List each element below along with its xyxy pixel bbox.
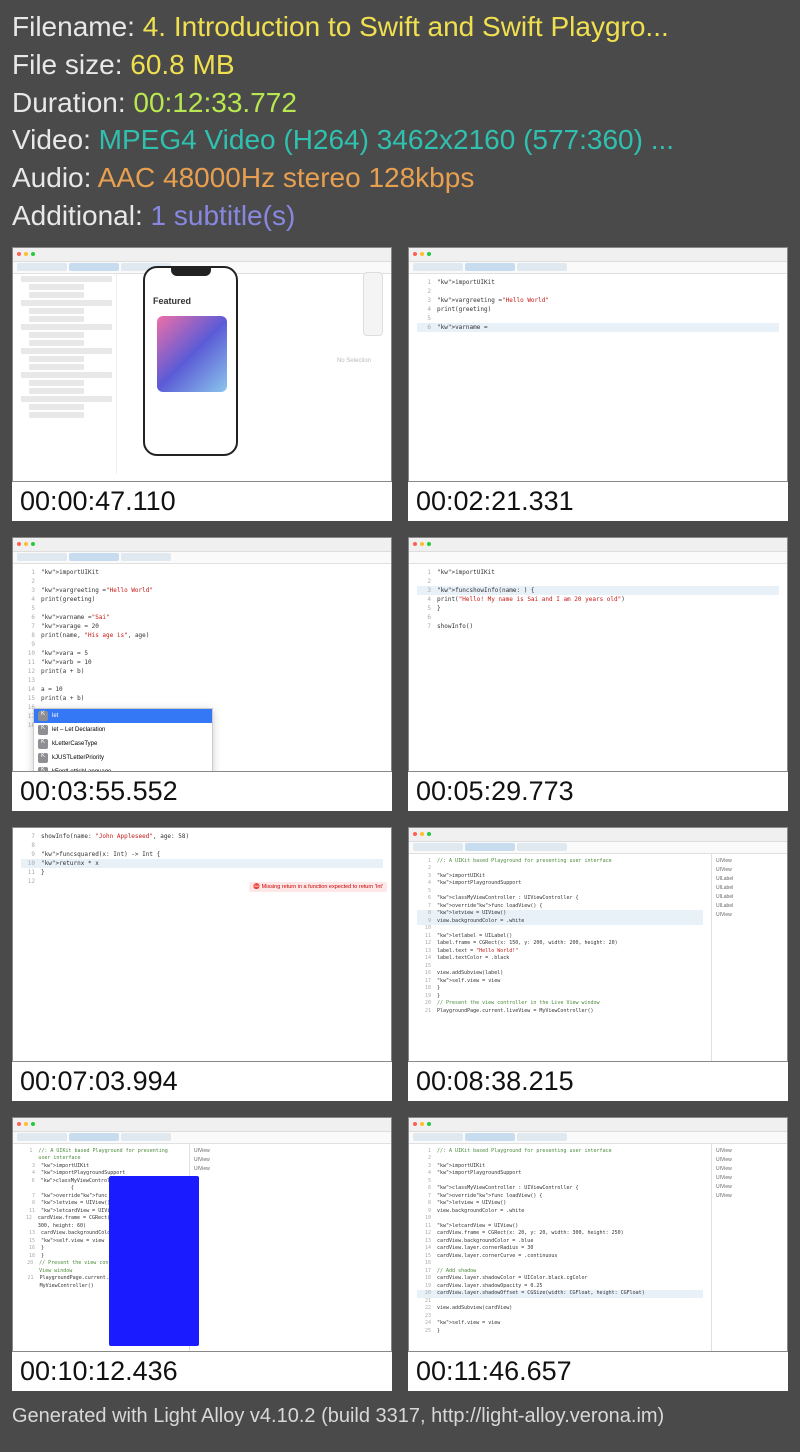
thumbnail-1[interactable]: FeaturedNo Selection00:00:47.110	[12, 247, 392, 521]
thumbnail-3[interactable]: 1"kw">import UIKit23"kw">var greeting = …	[12, 537, 392, 811]
thumbnail-image: 1"kw">import UIKit23"kw">var greeting = …	[408, 247, 788, 482]
generator-footer: Generated with Light Alloy v4.10.2 (buil…	[0, 1391, 800, 1428]
additional-value: 1 subtitle(s)	[151, 200, 296, 231]
thumbnail-image: 1"kw">import UIKit23"kw">func showInfo(n…	[408, 537, 788, 772]
thumbnail-grid: FeaturedNo Selection00:00:47.1101"kw">im…	[0, 247, 800, 1391]
thumbnail-timestamp: 00:03:55.552	[12, 772, 392, 811]
thumbnail-timestamp: 00:07:03.994	[12, 1062, 392, 1101]
thumbnail-8[interactable]: 1//: A UIKit based Playground for presen…	[408, 1117, 788, 1391]
filename-value: 4. Introduction to Swift and Swift Playg…	[143, 11, 669, 42]
thumbnail-image: 7showInfo(name: "John Appleseed", age: 5…	[12, 827, 392, 1062]
thumbnail-image: 1//: A UIKit based Playground for presen…	[408, 827, 788, 1062]
thumbnail-image: 1//: A UIKit based Playground for presen…	[12, 1117, 392, 1352]
thumbnail-image: FeaturedNo Selection	[12, 247, 392, 482]
video-value: MPEG4 Video (H264) 3462x2160 (577:360) .…	[99, 124, 674, 155]
thumbnail-timestamp: 00:10:12.436	[12, 1352, 392, 1391]
thumbnail-6[interactable]: 1//: A UIKit based Playground for presen…	[408, 827, 788, 1101]
filesize-value: 60.8 MB	[130, 49, 234, 80]
additional-label: Additional:	[12, 200, 143, 231]
audio-value: AAC 48000Hz stereo 128kbps	[98, 162, 475, 193]
thumbnail-4[interactable]: 1"kw">import UIKit23"kw">func showInfo(n…	[408, 537, 788, 811]
thumbnail-2[interactable]: 1"kw">import UIKit23"kw">var greeting = …	[408, 247, 788, 521]
thumbnail-7[interactable]: 1//: A UIKit based Playground for presen…	[12, 1117, 392, 1391]
thumbnail-timestamp: 00:02:21.331	[408, 482, 788, 521]
thumbnail-timestamp: 00:08:38.215	[408, 1062, 788, 1101]
filename-label: Filename:	[12, 11, 135, 42]
thumbnail-timestamp: 00:11:46.657	[408, 1352, 788, 1391]
thumbnail-timestamp: 00:00:47.110	[12, 482, 392, 521]
duration-value: 00:12:33.772	[133, 87, 297, 118]
thumbnail-timestamp: 00:05:29.773	[408, 772, 788, 811]
metadata-header: Filename: 4. Introduction to Swift and S…	[0, 0, 800, 247]
filesize-label: File size:	[12, 49, 122, 80]
duration-label: Duration:	[12, 87, 126, 118]
thumbnail-image: 1"kw">import UIKit23"kw">var greeting = …	[12, 537, 392, 772]
video-label: Video:	[12, 124, 91, 155]
audio-label: Audio:	[12, 162, 91, 193]
thumbnail-5[interactable]: 7showInfo(name: "John Appleseed", age: 5…	[12, 827, 392, 1101]
thumbnail-image: 1//: A UIKit based Playground for presen…	[408, 1117, 788, 1352]
